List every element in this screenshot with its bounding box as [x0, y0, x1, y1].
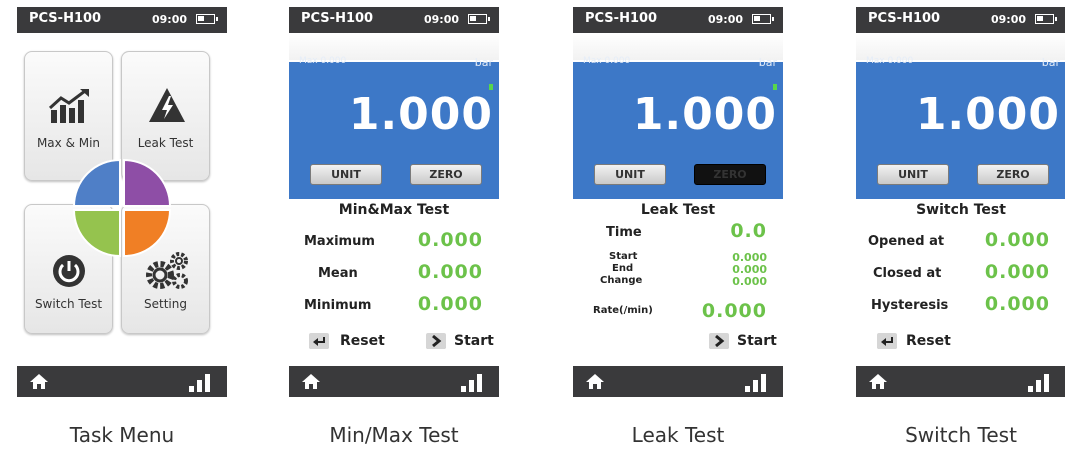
zero-button-disabled: ZERO: [694, 164, 766, 185]
opened-at-value: 0.000: [984, 229, 1050, 251]
reset-label: Reset: [340, 333, 385, 349]
home-icon[interactable]: [585, 373, 605, 390]
clock: 09:00: [990, 13, 1026, 26]
pressure-meter: Max 0.000 bar 1.000 UNIT ZERO: [573, 56, 783, 199]
pressure-value: 1.000: [632, 89, 777, 140]
unit-button[interactable]: UNIT: [310, 164, 382, 185]
caption-leak: Leak Test: [631, 423, 725, 447]
back-arrow-icon: [309, 333, 329, 349]
bottom-bar: [573, 366, 783, 397]
time-value: 0.0: [730, 220, 767, 242]
pressure-value: 1.000: [915, 89, 1060, 140]
end-label: End: [612, 263, 634, 274]
play-chevron-icon: [709, 333, 729, 349]
pressure-meter: Max 0.000 bar 1.000 UNIT ZERO: [856, 56, 1065, 199]
caption-minmax: Min/Max Test: [329, 423, 459, 447]
device-model: PCS-H100: [301, 11, 374, 26]
signal-icon: [745, 372, 771, 392]
zero-button[interactable]: ZERO: [410, 164, 482, 185]
tile-label: Leak Test: [137, 136, 194, 150]
status-bar: PCS-H100 09:00: [17, 7, 227, 33]
hysteresis-label: Hysteresis: [871, 298, 949, 313]
test-title: Leak Test: [640, 202, 716, 218]
max-readout: Max 0.000: [583, 56, 631, 66]
signal-icon: [461, 372, 487, 392]
start-action-label: Start: [737, 333, 777, 349]
mean-value: 0.000: [417, 261, 483, 283]
clock: 09:00: [151, 13, 187, 26]
orange-quadrant: [123, 209, 172, 258]
time-label: Time: [606, 225, 642, 240]
status-bar: PCS-H100 09:00: [856, 7, 1065, 33]
start-label: Start: [609, 251, 638, 262]
max-readout: Max 0.000: [866, 56, 914, 66]
home-icon[interactable]: [29, 373, 49, 390]
status-bar: PCS-H100 09:00: [573, 7, 783, 33]
lightning-triangle-icon: [149, 88, 185, 122]
bottom-bar: [17, 366, 227, 397]
unit-button[interactable]: UNIT: [594, 164, 666, 185]
battery-icon: [752, 14, 774, 24]
pressure-meter: Max 0.000 bar 1.000 UNIT ZERO: [289, 56, 499, 199]
power-icon: [53, 255, 85, 287]
closed-at-label: Closed at: [873, 266, 942, 281]
start-label: Start: [454, 333, 494, 349]
unit-readout: bar: [1041, 56, 1060, 69]
rate-value: 0.000: [701, 300, 767, 322]
change-label: Change: [600, 275, 643, 286]
reset-label: Reset: [906, 333, 951, 349]
rate-label: Rate(/min): [593, 305, 653, 316]
signal-icon: [189, 372, 215, 392]
pressure-value: 1.000: [348, 89, 493, 140]
minimum-value: 0.000: [417, 293, 483, 315]
unit-button[interactable]: UNIT: [877, 164, 949, 185]
maximum-label: Maximum: [304, 234, 375, 249]
battery-icon: [1035, 14, 1057, 24]
play-chevron-icon: [426, 333, 446, 349]
zero-button[interactable]: ZERO: [977, 164, 1049, 185]
clock: 09:00: [707, 13, 743, 26]
home-icon[interactable]: [301, 373, 321, 390]
blue-quadrant: [72, 158, 121, 207]
closed-at-value: 0.000: [984, 261, 1050, 283]
device-model: PCS-H100: [29, 11, 102, 26]
tile-label: Setting: [144, 297, 187, 311]
mean-label: Mean: [318, 266, 358, 281]
test-title: Min&Max Test: [338, 202, 450, 218]
caption-task-menu: Task Menu: [69, 423, 175, 447]
purple-quadrant: [123, 158, 172, 207]
chart-up-icon: [48, 89, 89, 123]
back-arrow-icon: [877, 333, 897, 349]
device-model: PCS-H100: [585, 11, 658, 26]
maximum-value: 0.000: [417, 229, 483, 251]
tile-label: Max & Min: [36, 136, 101, 150]
tile-label: Switch Test: [34, 297, 103, 311]
switch-test-screen: PCS-H100 09:00 Max 0.000 bar 1.000 UNIT …: [856, 7, 1065, 397]
bottom-bar: [856, 366, 1065, 397]
hysteresis-value: 0.000: [984, 293, 1050, 315]
battery-icon: [468, 14, 490, 24]
bottom-bar: [289, 366, 499, 397]
unit-readout: bar: [758, 56, 777, 69]
home-icon[interactable]: [868, 373, 888, 390]
max-readout: Max 0.000: [299, 56, 347, 66]
clock: 09:00: [423, 13, 459, 26]
unit-readout: bar: [474, 56, 493, 69]
opened-at-label: Opened at: [868, 234, 945, 249]
leak-test-screen: PCS-H100 09:00 Max 0.000 bar 1.000 UNIT …: [573, 7, 783, 397]
signal-icon: [1028, 372, 1054, 392]
status-bar: PCS-H100 09:00: [289, 7, 499, 33]
test-title: Switch Test: [916, 202, 1006, 218]
task-menu-screen: PCS-H100 09:00 Max & Min Leak Test Switc…: [17, 7, 227, 397]
caption-switch: Switch Test: [905, 423, 1017, 447]
change-value: 0.000: [732, 275, 767, 288]
minmax-screen: PCS-H100 09:00 Max 0.000 bar 1.000 UNIT …: [289, 7, 499, 397]
device-model: PCS-H100: [868, 11, 941, 26]
center-quadrants: [72, 158, 172, 258]
minimum-label: Minimum: [304, 298, 372, 313]
battery-icon: [196, 14, 218, 24]
green-quadrant: [72, 209, 121, 258]
